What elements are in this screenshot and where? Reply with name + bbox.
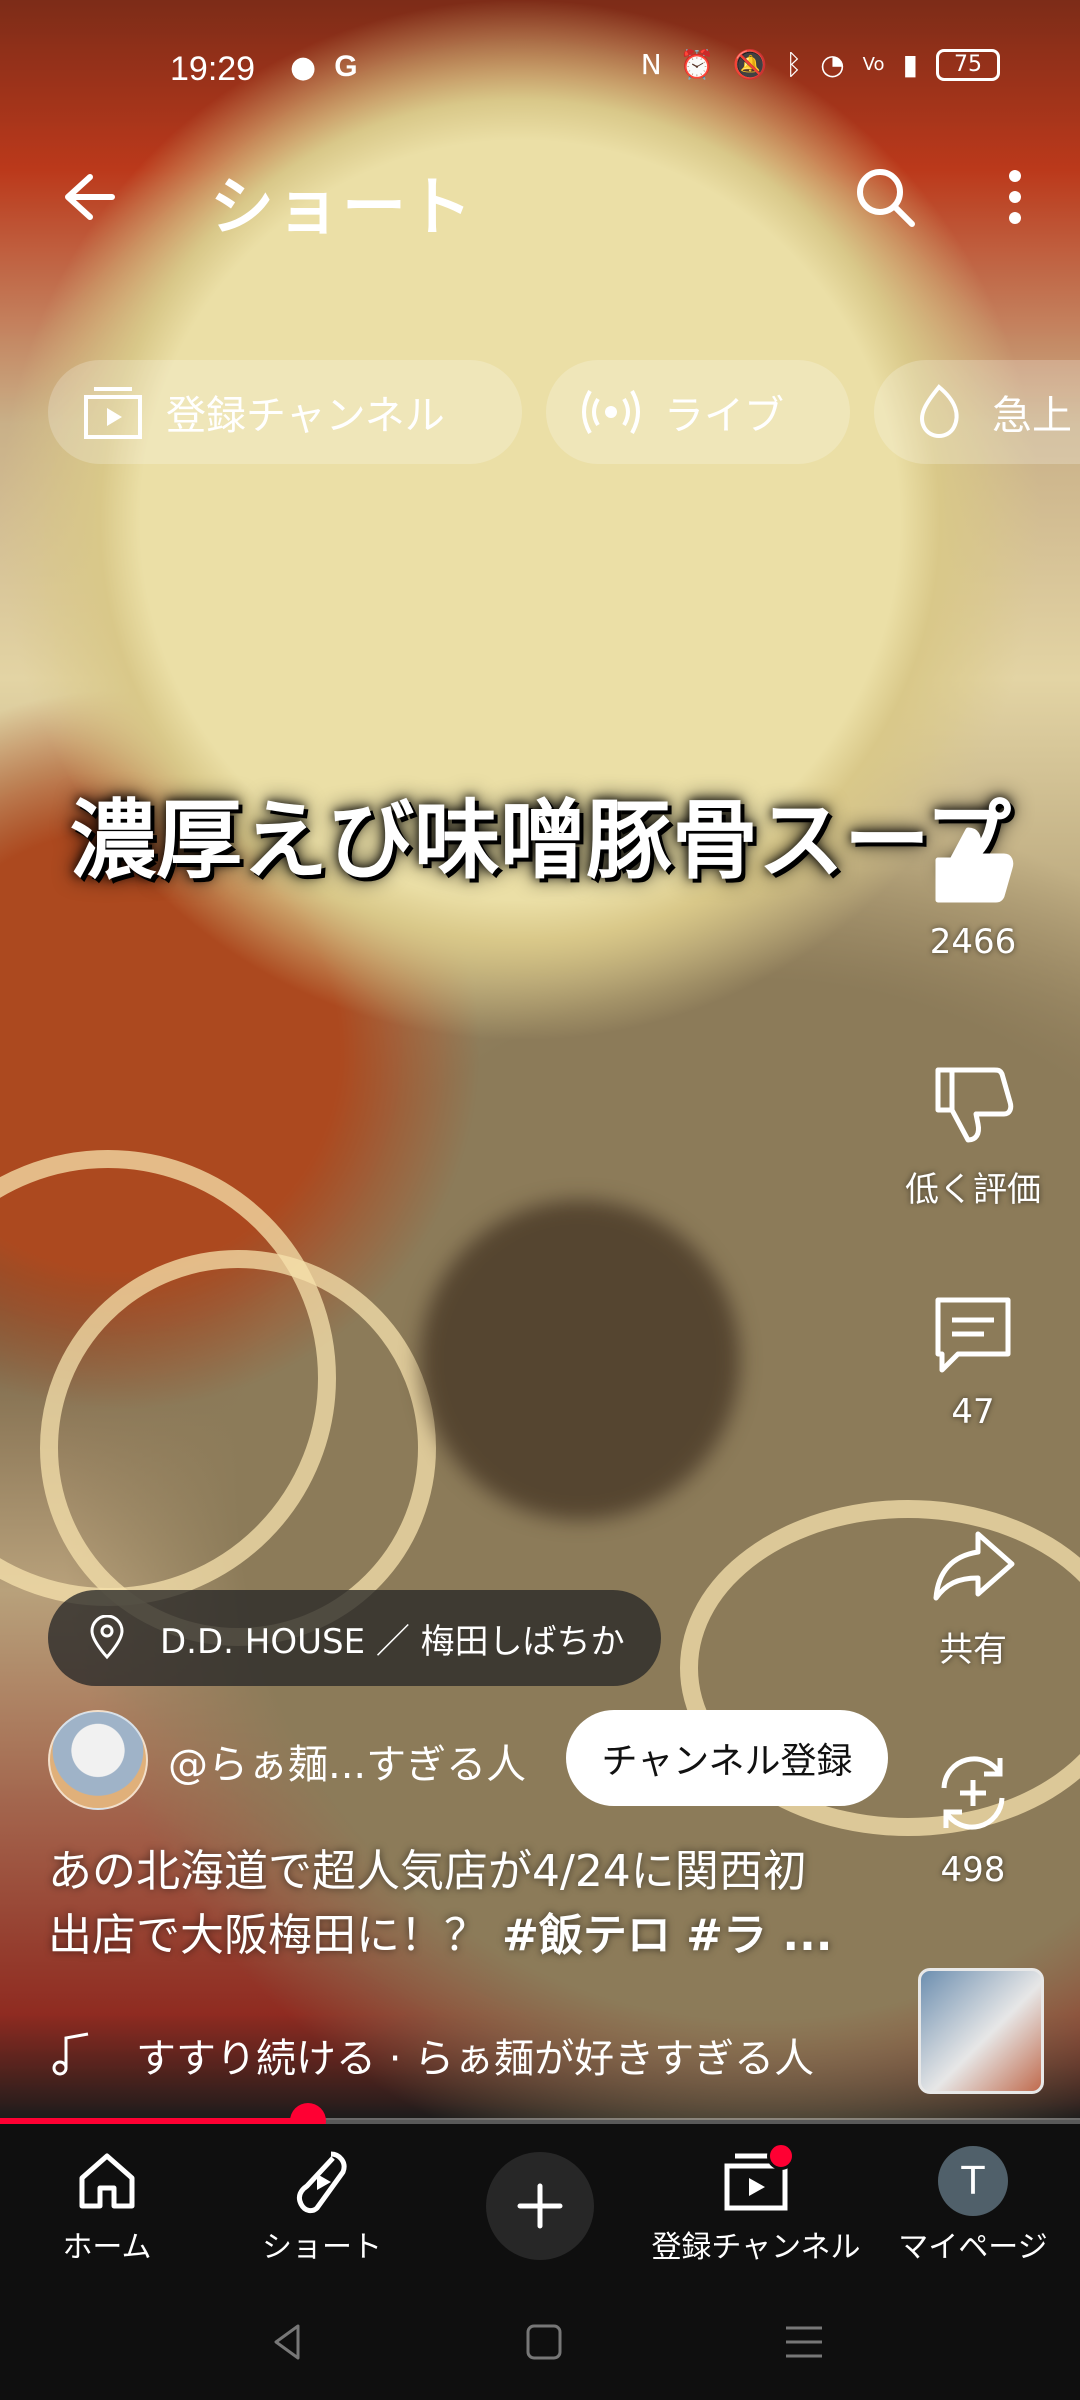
description-line-1: あの北海道で超人気店が4/24に関西初 (48, 1846, 807, 1897)
trending-icon (908, 381, 970, 443)
description-line-2: 出店で大阪梅田に！？ #飯テロ #ラ ... (48, 1904, 908, 1968)
bluetooth-icon: ᛒ (785, 48, 803, 81)
battery-icon: 75 (936, 48, 1000, 81)
video-description[interactable]: あの北海道で超人気店が4/24に関西初 出店で大阪梅田に！？ #飯テロ #ラ .… (48, 1840, 908, 1968)
notification-dot (767, 2142, 795, 2170)
nav-label: ショート (262, 2230, 382, 2265)
share-icon (933, 1531, 1015, 1601)
channel-row: @らぁ麺...すぎる人 チャンネル登録 (48, 1710, 908, 1810)
location-label: D.D. HOUSE ／ 梅田しばちか (160, 1621, 625, 1662)
wifi-icon: ◔ (820, 48, 845, 81)
chip-label: 登録チャンネル (166, 393, 445, 439)
chip-subscriptions[interactable]: 登録チャンネル (48, 360, 522, 464)
hashtags[interactable]: #飯テロ #ラ ... (502, 1910, 833, 1961)
system-recents-icon[interactable] (782, 2320, 826, 2364)
mute-icon: 🔕 (732, 48, 768, 81)
plus-icon (517, 2183, 563, 2229)
dislike-button[interactable]: 低く評価 (888, 1060, 1058, 1211)
signal-icon: ▮ (902, 48, 918, 81)
like-count: 2466 (929, 922, 1017, 962)
comment-count: 47 (951, 1392, 995, 1432)
share-label: 共有 (939, 1630, 1007, 1670)
nav-shorts[interactable]: ショート (252, 2146, 392, 2266)
search-button[interactable] (850, 162, 920, 232)
video-noodle-decoration (40, 1250, 436, 1646)
nav-home[interactable]: ホーム (42, 2146, 172, 2266)
google-icon: G (334, 50, 358, 83)
filter-chips: 登録チャンネル ライブ 急上 (48, 360, 1080, 464)
page-title: ショート (210, 171, 474, 245)
subscribe-button[interactable]: チャンネル登録 (566, 1710, 888, 1806)
shorts-icon (296, 2151, 347, 2214)
chip-label: 急上 (992, 393, 1072, 439)
chip-label: ライブ (664, 393, 784, 439)
comment-icon (935, 1297, 1011, 1373)
subscriptions-icon (82, 381, 144, 443)
create-button[interactable] (486, 2152, 594, 2260)
nav-mypage[interactable]: T マイページ (898, 2146, 1048, 2266)
live-icon (580, 381, 642, 443)
status-bar: 19:29 ● G N ⏰ 🔕 ᛒ ◔ Vo ▮ 75 (0, 42, 1080, 102)
like-button[interactable]: 2466 (888, 820, 1058, 962)
top-app-bar: ショート (0, 140, 1080, 245)
remix-button[interactable]: 498 (888, 1748, 1058, 1890)
sound-thumbnail[interactable] (918, 1968, 1044, 2094)
system-back-icon[interactable] (266, 2320, 310, 2364)
location-pill[interactable]: D.D. HOUSE ／ 梅田しばちか (48, 1590, 661, 1686)
comments-button[interactable]: 47 (888, 1290, 1058, 1432)
music-note-icon (52, 2032, 89, 2076)
back-button[interactable] (50, 162, 120, 232)
nav-label: マイページ (898, 2230, 1048, 2265)
alarm-icon: ⏰ (679, 48, 715, 81)
nav-label: 登録チャンネル (651, 2230, 861, 2265)
bottom-navigation: ホーム ショート 登録チャンネル T マイページ (0, 2124, 1080, 2284)
system-home-icon[interactable] (522, 2320, 566, 2364)
line-icon: ● (290, 50, 317, 85)
music-row[interactable]: すすり続ける · らぁ麺が好きすぎる人 (48, 2020, 898, 2090)
volte-icon: Vo (862, 54, 885, 75)
more-vert-icon (1009, 170, 1021, 224)
more-options-button[interactable] (990, 162, 1040, 232)
thumbs-up-icon (935, 827, 1014, 903)
share-button[interactable]: 共有 (888, 1520, 1058, 1671)
remix-icon (941, 1756, 1005, 1830)
nav-subscriptions[interactable]: 登録チャンネル (646, 2142, 866, 2266)
remix-count: 498 (940, 1850, 1006, 1890)
user-avatar: T (938, 2146, 1008, 2216)
dislike-label: 低く評価 (905, 1170, 1041, 1210)
status-time: 19:29 (170, 50, 256, 88)
system-navigation-bar (0, 2284, 1080, 2400)
video-caption-overlay: 濃厚えび味噌豚骨スープ (70, 791, 1011, 891)
music-label: すすり続ける · らぁ麺が好きすぎる人 (136, 2036, 815, 2082)
channel-name[interactable]: @らぁ麺...すぎる人 (168, 1732, 526, 1790)
chip-live[interactable]: ライブ (546, 360, 850, 464)
search-icon (857, 169, 915, 227)
nav-label: ホーム (62, 2230, 152, 2265)
description-text: 出店で大阪梅田に！？ (48, 1910, 502, 1961)
thumbs-down-icon (935, 1067, 1014, 1143)
location-pin-icon (90, 1615, 124, 1660)
nfc-icon: N (640, 48, 662, 81)
channel-avatar[interactable] (48, 1710, 148, 1810)
chip-trending[interactable]: 急上 (874, 360, 1080, 464)
video-shadow-decoration (420, 1200, 740, 1520)
home-icon (79, 2153, 135, 2209)
back-arrow-icon (65, 174, 115, 220)
